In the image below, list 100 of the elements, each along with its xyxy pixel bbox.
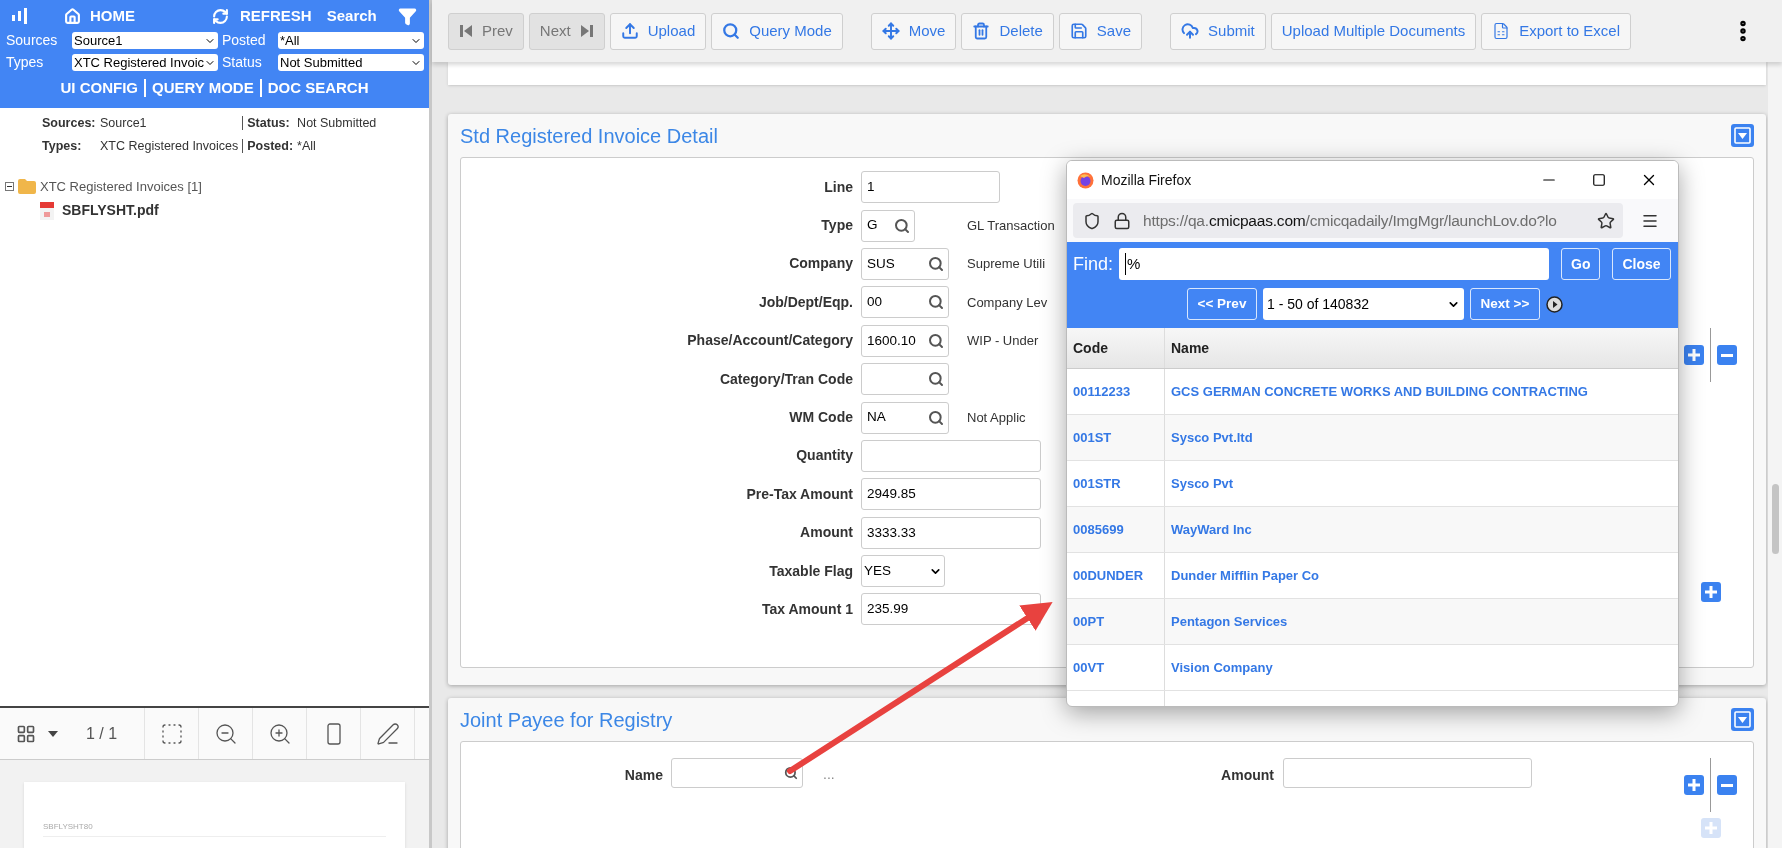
scrollbar[interactable] [1768,62,1782,848]
url-text: https://qa.cmicpaas.com/cmicqadaily/ImgMgr/launchLov.do?lo [1143,210,1558,231]
name-cell-text: Vision Company [1170,658,1274,677]
collapse-button[interactable] [1731,708,1754,731]
table-row[interactable]: 00VT Vision Company [1067,645,1678,691]
search-icon[interactable] [784,766,798,780]
page-indicator: 1 / 1 [86,723,118,744]
dropdown[interactable]: *All [278,32,424,49]
select-area-icon[interactable] [159,721,184,746]
header-link[interactable]: DOC SEARCH [267,77,369,100]
search-icon[interactable] [928,332,944,349]
go-button[interactable]: Go [1561,248,1601,280]
toolbar-button[interactable]: Move [870,12,957,50]
tree-item[interactable]: SBFLYSHT.pdf [62,200,159,221]
table-row[interactable]: 00DUNDER Dunder Mifflin Paper Co [1067,553,1678,599]
input-field[interactable]: 235.99 [861,593,1041,626]
input-field[interactable]: 1 [861,171,1000,204]
lookup-field[interactable]: G [861,209,915,242]
plus-icon [1688,349,1700,361]
table-row[interactable]: 00PT Pentagon Services [1067,599,1678,645]
tree-item[interactable]: XTC Registered Invoices [1] [40,176,202,197]
search-icon[interactable] [928,371,944,388]
search-icon[interactable] [928,409,944,426]
dropdown[interactable]: Not Submitted [278,54,424,71]
filter-label: Sources [6,32,59,49]
add-button[interactable] [1684,775,1704,795]
refresh-icon[interactable] [212,7,229,25]
plus-icon [1704,586,1717,598]
table-row[interactable]: 001ST Sysco Pvt.ltd [1067,415,1678,461]
search-icon[interactable] [928,255,944,272]
lookup-field[interactable] [671,758,803,788]
toolbar-button[interactable]: Export to Excel [1481,12,1632,50]
input-field[interactable] [861,439,1041,472]
toolbar-button[interactable]: Delete [961,12,1054,50]
maximize-icon[interactable] [1592,173,1606,187]
thumbnails-icon[interactable] [16,723,36,744]
table-row[interactable]: 001STR Sysco Pvt [1067,461,1678,507]
dropdown[interactable]: YES [861,555,945,588]
next-button[interactable]: Next >> [1470,288,1540,320]
pen-icon[interactable] [375,721,400,746]
add-button[interactable] [1700,582,1721,602]
field-label: Amount [799,523,854,543]
remove-button[interactable] [1717,345,1737,365]
table-row[interactable]: 00112233 GCS GERMAN CONCRETE WORKS AND BUILDING CONTRACTING [1067,369,1678,415]
lookup-field[interactable]: SUS [861,247,949,280]
lookup-field[interactable]: NA [861,401,949,434]
collapse-button[interactable] [1731,124,1754,147]
bookmark-icon[interactable] [1597,211,1615,230]
summary-value: *All [297,137,317,155]
lookup-field[interactable]: 00 [861,286,949,319]
caret-icon[interactable] [48,730,58,737]
summary-label: Sources: [42,115,96,132]
toolbar-button[interactable]: Upload Multiple Documents [1270,12,1477,50]
search-icon[interactable] [894,217,910,234]
toolbar-button[interactable]: Query Mode [711,12,843,50]
field-description: WIP - Under [967,332,1039,350]
code-cell: 0085699 [1067,507,1165,552]
skip-forward-icon [579,24,594,38]
field-label: Job/Dept/Eqp. [757,292,854,312]
minus-icon [1721,783,1733,787]
input-field[interactable]: 3333.33 [861,516,1041,549]
input-field[interactable] [1283,758,1532,788]
refresh-link[interactable]: REFRESH [240,4,312,28]
lock-icon[interactable] [1113,211,1131,230]
upload-icon [620,22,639,40]
lookup-field[interactable]: 1600.10 [861,324,949,357]
home-link[interactable]: HOME [90,4,135,28]
filter-label: Posted [222,32,267,49]
field-description: Supreme Utili [967,255,1046,274]
address-bar[interactable]: https://qa.cmicpaas.com/cmicqadaily/ImgMgr/launchLov.do?lo [1073,203,1623,238]
toolbar-button[interactable]: Submit [1170,12,1266,50]
play-icon[interactable] [1546,295,1563,313]
filter-icon[interactable] [398,6,417,26]
header-link[interactable]: UI CONFIG [60,77,138,100]
summary-value: Source1 [100,115,148,132]
find-label: Find: [1073,252,1114,276]
zoom-in-icon[interactable] [267,721,292,746]
search-link[interactable]: Search [326,4,377,28]
lookup-field[interactable] [861,363,949,396]
remove-button[interactable] [1717,775,1737,795]
name-cell-text: GCS GERMAN CONCRETE WORKS AND BUILDING CONTRACTING [1170,382,1589,401]
add-button[interactable] [1684,345,1704,365]
signal-bars-icon[interactable] [10,7,28,25]
toolbar-button[interactable]: Upload [609,12,707,50]
shield-icon[interactable] [1083,211,1101,230]
collapse-icon[interactable] [5,182,14,191]
more-link[interactable]: ... [823,764,839,848]
header-link[interactable]: QUERY MODE [152,77,254,100]
find-field[interactable]: % [1119,248,1550,280]
toolbar-button[interactable]: Save [1058,12,1143,50]
close-button[interactable]: Close [1612,248,1671,280]
page-dropdown[interactable]: 1 - 50 of 140832 [1263,288,1464,320]
prev-button[interactable]: << Prev [1187,288,1257,320]
search-icon[interactable] [928,294,944,311]
input-field[interactable]: 2949.85 [861,478,1041,511]
dropdown[interactable]: XTC Registered Invoic [72,54,218,71]
table-row[interactable]: 0085699 WayWard Inc [1067,507,1678,553]
home-icon[interactable] [64,7,81,25]
zoom-out-icon[interactable] [213,721,238,746]
dropdown[interactable]: Source1 [72,32,218,49]
